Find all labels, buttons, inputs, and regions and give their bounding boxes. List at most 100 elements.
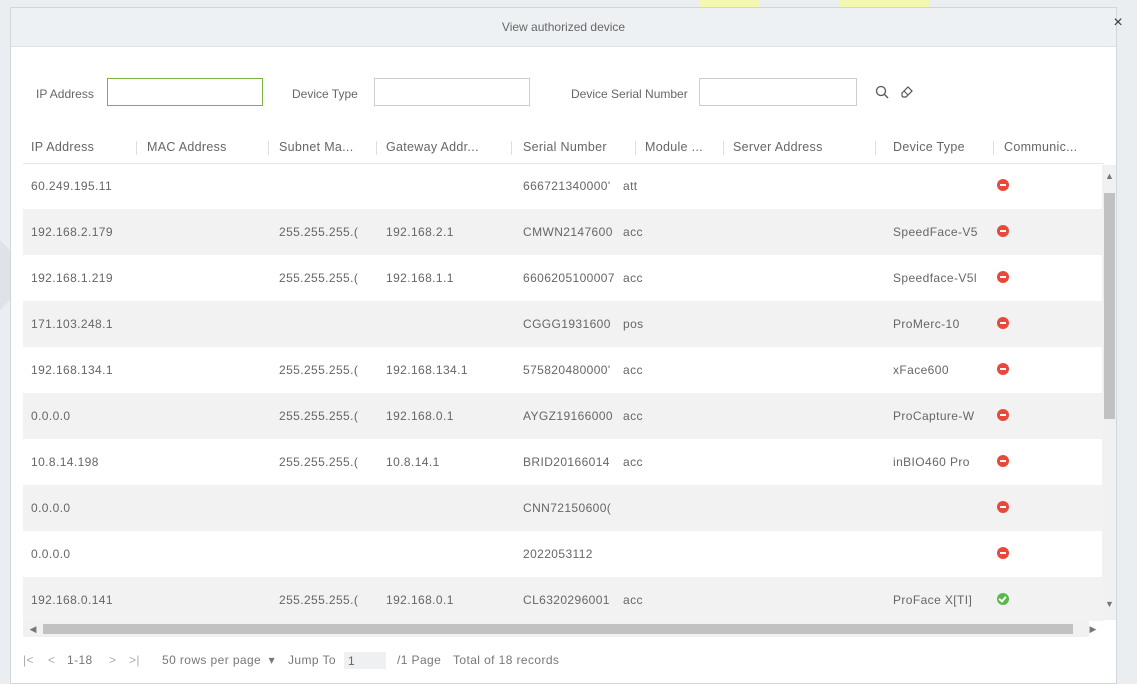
cell-gateway bbox=[378, 301, 510, 347]
table-row[interactable]: 0.0.0.0 255.255.255.(192.168.0.1 AYGZ19166… bbox=[23, 393, 1104, 439]
cell-module: pos bbox=[623, 317, 644, 331]
cell-serial: 575820480000' bbox=[523, 363, 611, 377]
cell-serial: BRID20166014 bbox=[523, 455, 610, 469]
cell-server bbox=[725, 531, 875, 577]
cell-mac bbox=[139, 255, 267, 301]
search-button[interactable] bbox=[870, 80, 894, 104]
offline-status-icon bbox=[997, 179, 1009, 191]
vertical-scrollbar[interactable]: ▲ ▼ bbox=[1102, 165, 1116, 620]
table-row[interactable]: 0.0.0.0 CNN72150600( bbox=[23, 485, 1104, 531]
scroll-left-icon[interactable]: ◀ bbox=[25, 621, 41, 637]
ip-address-input[interactable] bbox=[107, 78, 263, 106]
next-page-button[interactable]: > bbox=[109, 650, 116, 670]
table-row[interactable]: 171.103.248.1 CGGG1931600 pos ProMerc-10 bbox=[23, 301, 1104, 347]
cell-serial: 2022053112 bbox=[523, 547, 593, 561]
cell-serial: 666721340000' bbox=[523, 179, 611, 193]
authorized-device-dialog: View authorized device IP Address Device… bbox=[10, 7, 1117, 684]
cell-module: acc bbox=[623, 409, 643, 423]
cell-subnet: 255.255.255.( bbox=[279, 593, 359, 607]
column-header-device-type[interactable]: Device Type bbox=[885, 131, 995, 163]
vertical-scroll-thumb[interactable] bbox=[1104, 193, 1115, 419]
offline-status-icon bbox=[997, 317, 1009, 329]
page-range: 1-18 bbox=[67, 653, 93, 667]
column-header-module[interactable]: Module ... bbox=[637, 131, 725, 163]
table-row[interactable]: 192.168.0.141 255.255.255.(192.168.0.1 CL6… bbox=[23, 577, 1104, 621]
cell-serial: CNN72150600( bbox=[523, 501, 612, 515]
cell-subnet: 255.255.255.( bbox=[279, 271, 359, 285]
jump-to-label: Jump To bbox=[288, 653, 336, 667]
cell-mac bbox=[139, 209, 267, 255]
close-icon[interactable]: × bbox=[1110, 15, 1126, 31]
table-row[interactable]: 10.8.14.198 255.255.255.(10.8.14.1 BRID201… bbox=[23, 439, 1104, 485]
cell-gateway bbox=[378, 163, 510, 209]
cell-gateway: 192.168.0.1 bbox=[386, 409, 454, 423]
offline-status-icon bbox=[997, 363, 1009, 375]
cell-server bbox=[725, 347, 875, 393]
column-header-subnet[interactable]: Subnet Ma... bbox=[271, 131, 377, 163]
cell-subnet bbox=[271, 163, 377, 209]
cell-ip: 192.168.1.219 bbox=[31, 271, 113, 285]
cell-module: acc bbox=[623, 225, 643, 239]
cell-device-type: SpeedFace-V5 bbox=[893, 225, 977, 239]
column-header-serial[interactable]: Serial Number bbox=[515, 131, 635, 163]
device-grid: IP Address MAC Address Subnet Ma... Gate… bbox=[23, 131, 1104, 621]
cell-server bbox=[725, 301, 875, 347]
cell-subnet: 255.255.255.( bbox=[279, 225, 359, 239]
ip-address-label: IP Address bbox=[36, 87, 94, 101]
table-row[interactable]: 0.0.0.0 2022053112 bbox=[23, 531, 1104, 577]
cell-serial: CMWN2147600 bbox=[523, 225, 613, 239]
cell-ip: 0.0.0.0 bbox=[31, 547, 71, 561]
first-page-button[interactable]: |< bbox=[23, 650, 34, 670]
cell-device-type: ProMerc-10 bbox=[893, 317, 960, 331]
cell-mac bbox=[139, 531, 267, 577]
cell-module: acc bbox=[623, 455, 643, 469]
scroll-up-icon[interactable]: ▲ bbox=[1102, 169, 1116, 183]
online-status-icon bbox=[997, 593, 1009, 605]
cell-ip: 192.168.134.1 bbox=[31, 363, 113, 377]
table-row[interactable]: 192.168.1.219 255.255.255.(192.168.1.1 660… bbox=[23, 255, 1104, 301]
cell-mac bbox=[139, 163, 267, 209]
cell-device-type bbox=[885, 485, 977, 531]
table-row[interactable]: 60.249.195.11 666721340000' att bbox=[23, 163, 1104, 209]
column-header-server[interactable]: Server Address bbox=[725, 131, 875, 163]
cell-serial: CL6320296001 bbox=[523, 593, 610, 607]
clear-button[interactable] bbox=[895, 80, 919, 104]
cell-server bbox=[725, 393, 875, 439]
cell-device-type: ProFace X[TI] bbox=[893, 593, 973, 607]
rows-per-page-label: 50 rows per page bbox=[162, 653, 262, 667]
column-header-communication[interactable]: Communic... bbox=[996, 131, 1094, 163]
cell-device-type bbox=[885, 531, 977, 577]
table-row[interactable]: 192.168.2.179 255.255.255.(192.168.2.1 CMW… bbox=[23, 209, 1104, 255]
offline-status-icon bbox=[997, 547, 1009, 559]
cell-serial: CGGG1931600 bbox=[523, 317, 611, 331]
horizontal-scrollbar[interactable]: ◀ ▶ bbox=[23, 621, 1096, 637]
offline-status-icon bbox=[997, 225, 1009, 237]
cell-module bbox=[615, 485, 715, 531]
records-total: Total of 18 records bbox=[453, 653, 560, 667]
device-serial-input[interactable] bbox=[699, 78, 857, 106]
cell-module bbox=[615, 531, 715, 577]
cell-device-type: inBIO460 Pro bbox=[893, 455, 970, 469]
offline-status-icon bbox=[997, 501, 1009, 513]
scroll-right-icon[interactable]: ▶ bbox=[1085, 621, 1101, 637]
cell-subnet bbox=[271, 301, 377, 347]
scroll-down-icon[interactable]: ▼ bbox=[1102, 597, 1116, 611]
cell-gateway bbox=[378, 531, 510, 577]
last-page-button[interactable]: >| bbox=[129, 650, 140, 670]
table-row[interactable]: 192.168.134.1 255.255.255.(192.168.134.1 5… bbox=[23, 347, 1104, 393]
cell-module: att bbox=[623, 179, 638, 193]
cell-device-type: ProCapture-W bbox=[893, 409, 975, 423]
cell-ip: 10.8.14.198 bbox=[31, 455, 99, 469]
cell-module: acc bbox=[623, 593, 643, 607]
prev-page-button[interactable]: < bbox=[48, 650, 55, 670]
column-header-gateway[interactable]: Gateway Addr... bbox=[378, 131, 510, 163]
device-type-input[interactable] bbox=[374, 78, 530, 106]
horizontal-scroll-thumb[interactable] bbox=[43, 624, 1073, 634]
cell-ip: 192.168.0.141 bbox=[31, 593, 113, 607]
column-header-ip[interactable]: IP Address bbox=[23, 131, 135, 163]
jump-to-input[interactable] bbox=[344, 652, 386, 669]
cell-mac bbox=[139, 577, 267, 621]
column-header-mac[interactable]: MAC Address bbox=[139, 131, 267, 163]
rows-per-page-select[interactable]: 50 rows per page ▾ bbox=[162, 650, 275, 670]
cell-module: acc bbox=[623, 363, 643, 377]
